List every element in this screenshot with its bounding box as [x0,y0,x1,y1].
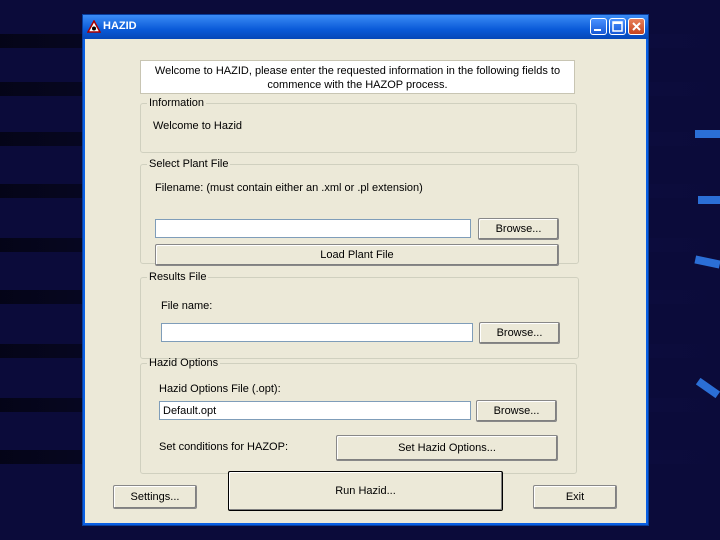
background-accent [698,196,720,204]
window-title: HAZID [103,20,137,32]
set-conditions-label: Set conditions for HAZOP: [159,441,288,453]
run-hazid-button[interactable]: Run Hazid... [228,471,503,511]
results-file-legend: Results File [149,271,207,283]
intro-panel: Welcome to HAZID, please enter the reque… [140,60,575,94]
hazid-options-file-input[interactable] [159,401,471,420]
hazid-options-legend: Hazid Options [149,357,219,369]
title-bar[interactable]: HAZID [83,15,648,39]
results-file-group: Results File [140,271,579,359]
intro-text: Welcome to HAZID, please enter the reque… [154,65,561,91]
plant-browse-button[interactable]: Browse... [478,218,559,240]
results-browse-button[interactable]: Browse... [479,322,560,344]
hazid-window: HAZID Welcome to HAZID, please enter the… [82,14,649,526]
information-legend: Information [149,97,205,109]
information-text: Welcome to Hazid [153,120,243,132]
options-browse-button[interactable]: Browse... [476,400,557,422]
hazid-options-file-label: Hazid Options File (.opt): [159,383,281,395]
plant-file-legend: Select Plant File [149,158,229,170]
results-filename-label: File name: [161,300,213,312]
hazard-icon [86,19,102,34]
close-button[interactable] [628,18,645,35]
dialog-body: Welcome to HAZID, please enter the reque… [85,39,646,523]
background-accent [695,377,720,399]
set-hazid-options-button[interactable]: Set Hazid Options... [336,435,558,461]
minimize-button[interactable] [590,18,607,35]
background-accent [694,255,720,269]
maximize-button[interactable] [609,18,626,35]
plant-filename-input[interactable] [155,219,471,238]
results-filename-input[interactable] [161,323,473,342]
load-plant-file-button[interactable]: Load Plant File [155,244,559,266]
background-accent [695,130,720,138]
plant-filename-label: Filename: (must contain either an .xml o… [155,182,423,194]
exit-button[interactable]: Exit [533,485,617,509]
settings-button[interactable]: Settings... [113,485,197,509]
